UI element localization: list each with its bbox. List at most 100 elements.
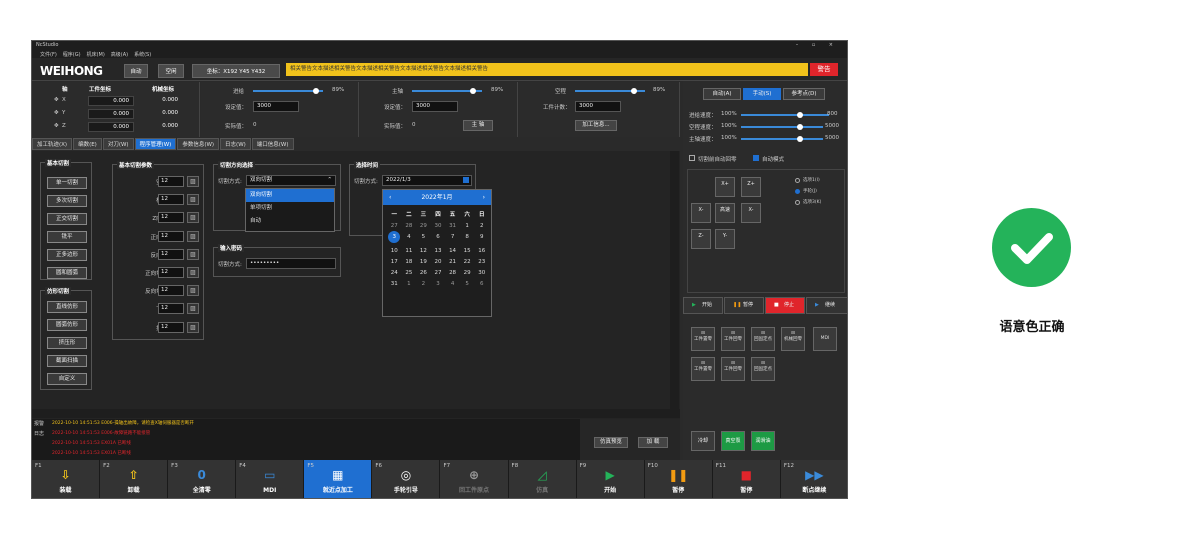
radio-option-3[interactable] bbox=[795, 200, 800, 205]
calendar-day[interactable]: 23 bbox=[474, 259, 489, 265]
calendar-day[interactable]: 1 bbox=[402, 281, 417, 287]
calendar-day[interactable]: 20 bbox=[431, 259, 446, 265]
mode-auto-tab[interactable]: 自动(A) bbox=[703, 88, 741, 100]
calendar-day[interactable]: 6 bbox=[431, 234, 446, 243]
jog-fast[interactable]: 高速 bbox=[715, 203, 735, 223]
calendar-day[interactable]: 29 bbox=[416, 223, 431, 229]
spindle-set-input[interactable]: 3000 bbox=[412, 101, 458, 112]
jog-x-minus-2[interactable]: X- bbox=[741, 203, 761, 223]
tab-edit[interactable]: 编数(E) bbox=[73, 138, 102, 150]
jog-z-plus[interactable]: Z+ bbox=[741, 177, 761, 197]
direction-option[interactable]: 单项切割 bbox=[246, 202, 334, 215]
param-input[interactable]: 12 bbox=[158, 303, 184, 315]
calendar-day[interactable]: 9 bbox=[474, 234, 489, 243]
pause-control[interactable]: ❚❚ 暂停 bbox=[724, 297, 764, 314]
menu-program[interactable]: 程序(G) bbox=[63, 51, 81, 58]
window-controls[interactable]: – ▫ × bbox=[796, 42, 839, 48]
calendar-day[interactable]: 12 bbox=[416, 248, 431, 254]
mode-auto-button[interactable]: 自动 bbox=[124, 64, 148, 78]
radio-option-1[interactable] bbox=[795, 178, 800, 183]
calendar-day[interactable]: 10 bbox=[387, 248, 402, 254]
calendar-day[interactable]: 27 bbox=[387, 223, 402, 229]
calendar-day[interactable]: 17 bbox=[387, 259, 402, 265]
calendar-day[interactable]: 2 bbox=[474, 223, 489, 229]
calendar-day[interactable]: 4 bbox=[402, 234, 417, 243]
ortho-cut-button[interactable]: 正交切割 bbox=[47, 213, 87, 225]
tab-tool-setting[interactable]: 对刀(W) bbox=[102, 138, 134, 150]
calendar-day[interactable]: 29 bbox=[460, 270, 475, 276]
fkey-f12[interactable]: F12 ▶▶ 断点继续 bbox=[780, 460, 847, 498]
fkey-f10[interactable]: F10 ❚❚ 暂停 bbox=[644, 460, 713, 498]
calendar-day[interactable]: 5 bbox=[460, 281, 475, 287]
calendar-day[interactable]: 19 bbox=[416, 259, 431, 265]
fixed-point-button-2[interactable]: ⊟ 回固定点 bbox=[751, 357, 775, 381]
fkey-f9[interactable]: F9 ▶ 开始 bbox=[576, 460, 645, 498]
date-input[interactable]: 2022/1/3 bbox=[382, 175, 472, 186]
spindle-speed-slider[interactable] bbox=[741, 136, 823, 142]
log-tag-log[interactable]: 日志 bbox=[34, 430, 44, 437]
tab-log[interactable]: 日志(W) bbox=[220, 138, 251, 150]
direction-option[interactable]: 自动 bbox=[246, 215, 334, 228]
menu-machine[interactable]: 机床(M) bbox=[87, 51, 105, 58]
fkey-f6[interactable]: F6 ◎ 手轮引导 bbox=[372, 460, 441, 498]
fkey-f8[interactable]: F8 ◿ 仿真 bbox=[508, 460, 577, 498]
spindle-slider[interactable] bbox=[412, 88, 482, 94]
mill-flat-button[interactable]: 铣平 bbox=[47, 231, 87, 243]
slider-knob[interactable] bbox=[797, 124, 803, 130]
slider-knob[interactable] bbox=[797, 136, 803, 142]
tab-program-manage[interactable]: 程序管理(W) bbox=[134, 138, 177, 150]
menu-advanced[interactable]: 高级(A) bbox=[111, 51, 128, 58]
stop-control[interactable]: ■ 停止 bbox=[765, 297, 805, 314]
slider-knob[interactable] bbox=[470, 88, 476, 94]
chevron-right-icon[interactable]: › bbox=[483, 190, 485, 205]
feed-set-input[interactable]: 3000 bbox=[253, 101, 299, 112]
fkey-f4[interactable]: F4 ▭ MDI bbox=[236, 460, 305, 498]
image-icon[interactable]: ▨ bbox=[187, 212, 199, 224]
param-input[interactable]: 12 bbox=[158, 230, 184, 242]
slider-knob[interactable] bbox=[797, 112, 803, 118]
calendar-day[interactable]: 8 bbox=[460, 234, 475, 243]
tab-toolpath[interactable]: 加工轨迹(X) bbox=[32, 138, 73, 150]
direction-option[interactable]: 双向切割 bbox=[246, 189, 334, 202]
calendar-day[interactable]: 31 bbox=[445, 223, 460, 229]
coolant-button[interactable]: 冷却 bbox=[691, 431, 715, 451]
circle-arc-button[interactable]: 圆和圆弧 bbox=[47, 267, 87, 279]
image-icon[interactable]: ▨ bbox=[187, 303, 199, 315]
calendar-day[interactable]: 22 bbox=[460, 259, 475, 265]
load-button[interactable]: 加 载 bbox=[638, 437, 668, 448]
machine-home-button[interactable]: ⊟ 机械回零 bbox=[781, 327, 805, 351]
fkey-f5[interactable]: F5 ▦ 就近点加工 bbox=[304, 460, 373, 498]
multi-cut-button[interactable]: 多次切割 bbox=[47, 195, 87, 207]
calendar-day[interactable]: 11 bbox=[402, 248, 417, 254]
mode-manual-tab[interactable]: 手动(S) bbox=[743, 88, 781, 100]
count-input[interactable]: 3000 bbox=[575, 101, 621, 112]
travel-speed-slider[interactable] bbox=[741, 124, 823, 130]
calendar-day[interactable]: 3 bbox=[431, 281, 446, 287]
calendar-day[interactable]: 5 bbox=[416, 234, 431, 243]
travel-slider[interactable] bbox=[575, 88, 645, 94]
calendar-day[interactable]: 13 bbox=[431, 248, 446, 254]
calendar-day[interactable]: 24 bbox=[387, 270, 402, 276]
param-input[interactable]: 12 bbox=[158, 212, 184, 224]
feed-speed-slider[interactable] bbox=[741, 112, 829, 118]
extrude-button[interactable]: 挤压形 bbox=[47, 337, 87, 349]
mode-idle-button[interactable]: 空闲 bbox=[158, 64, 184, 78]
image-icon[interactable]: ▨ bbox=[187, 248, 199, 260]
mdi-button[interactable]: MDI bbox=[813, 327, 837, 351]
calendar-day[interactable]: 25 bbox=[402, 270, 417, 276]
calendar-day[interactable]: 28 bbox=[402, 223, 417, 229]
calendar-day[interactable]: 21 bbox=[445, 259, 460, 265]
warning-button[interactable]: 警告 bbox=[810, 63, 838, 76]
fkey-f1[interactable]: F1 ⇩ 装载 bbox=[32, 460, 101, 498]
calendar-day[interactable]: 7 bbox=[445, 234, 460, 243]
param-input[interactable]: 12 bbox=[158, 194, 184, 206]
work-home-button[interactable]: ⊟ 工件回零 bbox=[721, 327, 745, 351]
image-icon[interactable]: ▨ bbox=[187, 285, 199, 297]
vacuum-pump-button[interactable]: 真空泵 bbox=[721, 431, 745, 451]
radio-handwheel[interactable] bbox=[795, 189, 800, 194]
calendar-day[interactable]: 1 bbox=[460, 223, 475, 229]
polygon-button[interactable]: 正多边形 bbox=[47, 249, 87, 261]
calendar-day[interactable]: 6 bbox=[474, 281, 489, 287]
calendar-day[interactable]: 28 bbox=[445, 270, 460, 276]
tab-port[interactable]: 端口信息(W) bbox=[251, 138, 294, 150]
